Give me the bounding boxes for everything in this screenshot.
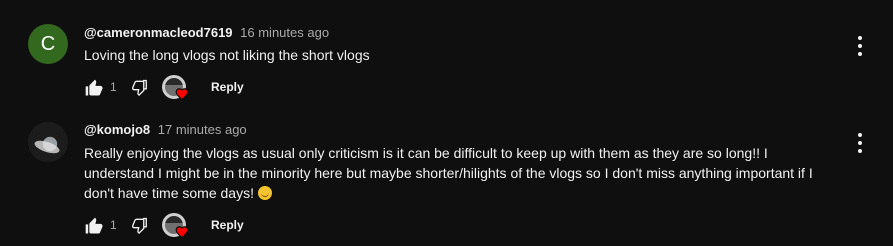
like-button[interactable] xyxy=(84,214,104,238)
author-name[interactable]: @komojo8 xyxy=(84,122,150,137)
avatar[interactable]: C xyxy=(28,24,68,64)
avatar[interactable] xyxy=(28,122,68,162)
more-vert-icon xyxy=(858,36,862,40)
comment-header: @cameronmacleod7619 16 minutes ago xyxy=(84,24,329,42)
comment-header: @komojo8 17 minutes ago xyxy=(84,121,247,139)
more-vert-dot xyxy=(858,52,862,56)
comment-text: Loving the long vlogs not liking the sho… xyxy=(84,47,370,63)
creator-heart-badge xyxy=(162,75,189,101)
slightly-smiling-face-icon xyxy=(257,186,272,200)
comment-text-body: Really enjoying the vlogs as usual only … xyxy=(84,145,813,201)
dislike-button[interactable] xyxy=(130,76,150,100)
more-vert-icon xyxy=(858,133,862,137)
creator-heart-badge xyxy=(162,213,189,239)
thumbs-down-icon xyxy=(132,217,147,235)
comment-menu-button[interactable] xyxy=(852,133,868,153)
comment-text: Really enjoying the vlogs as usual only … xyxy=(84,143,824,203)
comment-timestamp[interactable]: 17 minutes ago xyxy=(158,122,247,137)
like-count: 1 xyxy=(110,218,117,232)
reply-button[interactable]: Reply xyxy=(211,80,244,94)
like-button[interactable] xyxy=(84,76,104,100)
more-vert-dot xyxy=(858,149,862,153)
creator-heart-icon xyxy=(175,226,189,239)
author-name[interactable]: @cameronmacleod7619 xyxy=(84,25,233,40)
thumbs-down-icon xyxy=(132,79,147,97)
dislike-button[interactable] xyxy=(130,214,150,238)
comment-menu-button[interactable] xyxy=(852,36,868,56)
like-count: 1 xyxy=(110,80,117,94)
more-vert-dot xyxy=(858,141,862,145)
reply-button[interactable]: Reply xyxy=(211,218,244,232)
thumbs-up-icon xyxy=(85,217,103,234)
comment-timestamp[interactable]: 16 minutes ago xyxy=(240,25,329,40)
creator-heart-icon xyxy=(175,88,189,101)
avatar-letter: C xyxy=(40,32,56,55)
thumbs-up-icon xyxy=(85,79,103,96)
more-vert-dot xyxy=(858,44,862,48)
